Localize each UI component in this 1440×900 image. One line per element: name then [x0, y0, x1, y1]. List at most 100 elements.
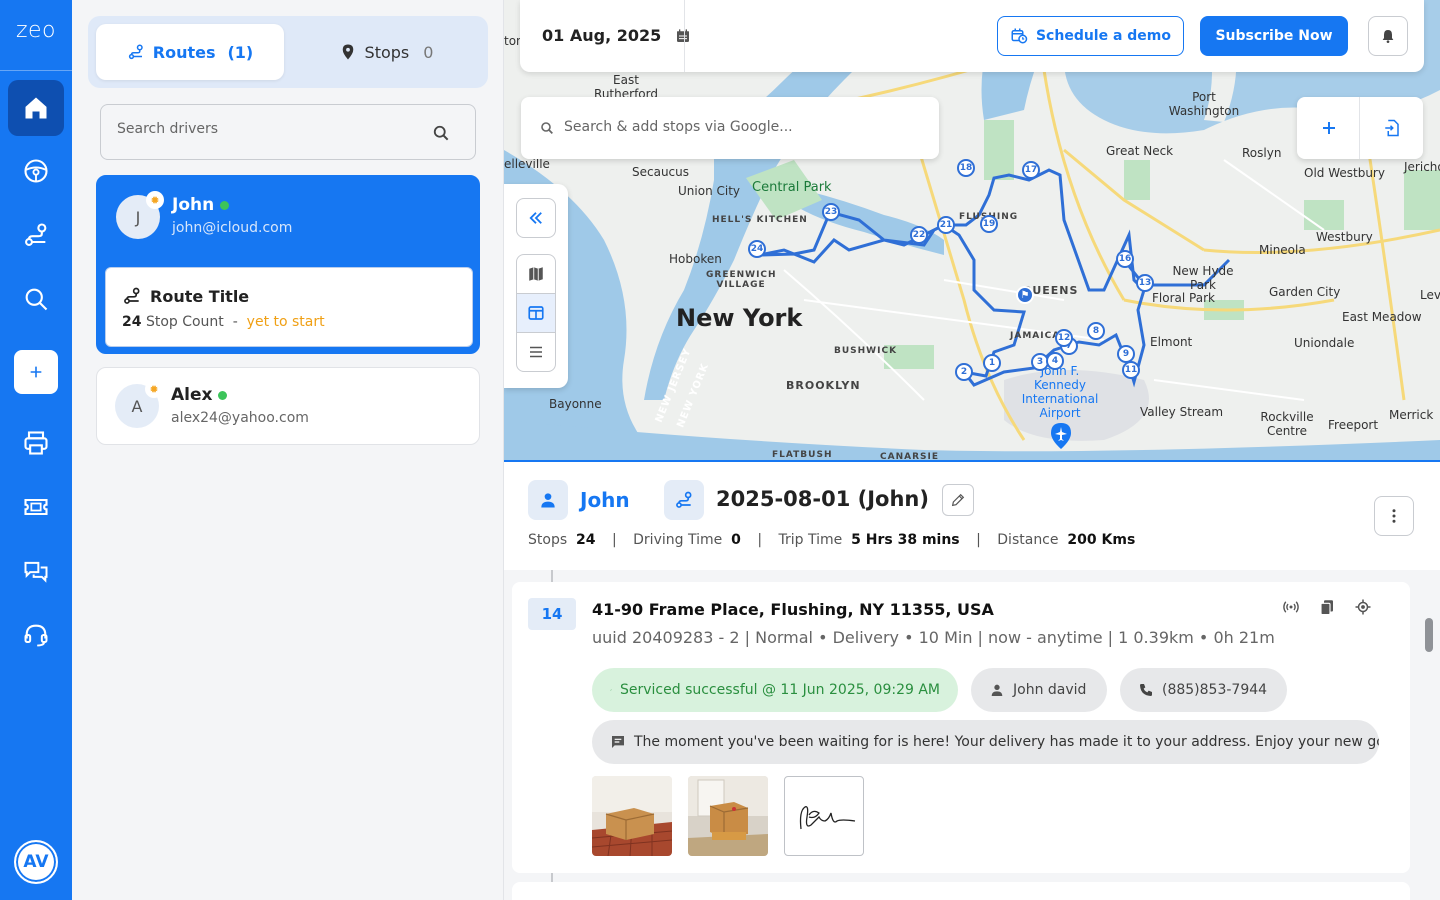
edit-route-button[interactable] — [942, 484, 974, 516]
driver-name: John — [172, 195, 230, 215]
broadcast-icon[interactable] — [1282, 598, 1300, 616]
tab-routes[interactable]: Routes (1) — [96, 24, 284, 80]
map-view-button[interactable] — [516, 254, 556, 294]
driver-card-john[interactable]: J ✹ John john@icloud.com Route Title 24 … — [96, 175, 480, 354]
map-controls — [1297, 97, 1423, 159]
map-label-levittown: Lev — [1420, 288, 1440, 302]
split-view-button[interactable] — [516, 293, 556, 333]
search-icon[interactable] — [431, 123, 451, 143]
map-label-elmont: Elmont — [1150, 335, 1193, 349]
signature-image[interactable] — [784, 776, 864, 856]
subscribe-button[interactable]: Subscribe Now — [1200, 16, 1348, 56]
stop-marker-2[interactable]: 2 — [955, 363, 973, 381]
route-title: Route Title — [122, 286, 249, 306]
stop-marker-24[interactable]: 24 — [748, 240, 766, 258]
map-label-floral-park: Floral Park — [1152, 291, 1215, 305]
add-stop-button[interactable] — [1297, 97, 1360, 159]
contact-phone-chip[interactable]: (885)853-7944 — [1120, 668, 1287, 712]
route-icon — [124, 287, 140, 304]
view-toolbar — [504, 184, 568, 388]
next-stop-card[interactable] — [512, 882, 1410, 900]
driver-email: john@icloud.com — [172, 220, 293, 236]
stop-marker-18[interactable]: 18 — [957, 159, 975, 177]
locate-icon[interactable] — [1354, 598, 1372, 616]
route-stats: Stops 24 | Driving Time 0 | Trip Time 5 … — [528, 532, 1135, 548]
copy-icon[interactable] — [1318, 598, 1336, 616]
message-icon — [612, 736, 624, 748]
tab-stops[interactable]: Stops 0 — [292, 24, 480, 80]
stat-separator: | — [611, 532, 617, 548]
stop-marker-12[interactable]: 12 — [1055, 329, 1073, 347]
stop-marker-21[interactable]: 21 — [937, 216, 955, 234]
stat-trip-value: 5 Hrs 38 mins — [851, 532, 960, 548]
map-label-uniondale: Uniondale — [1294, 336, 1355, 350]
date-picker[interactable]: 01 Aug, 2025 — [542, 26, 691, 45]
map-label-merrick: Merrick — [1389, 408, 1434, 422]
stops-list: 14 41-90 Frame Place, Flushing, NY 11355… — [504, 570, 1440, 900]
package-photo-image — [592, 776, 672, 856]
collapse-panel-button[interactable] — [516, 198, 556, 238]
route-icon — [128, 44, 143, 60]
schedule-demo-button[interactable]: Schedule a demo — [997, 16, 1184, 56]
import-stops-button[interactable] — [1360, 97, 1423, 159]
add-route-button[interactable] — [14, 350, 58, 394]
file-import-icon — [1384, 119, 1399, 137]
driver-card-alex[interactable]: A ✹ Alex alex24@yahoo.com — [96, 367, 480, 445]
stop-marker-19[interactable]: 19 — [980, 215, 998, 233]
stop-marker-23[interactable]: 23 — [822, 203, 840, 221]
proof-photo-1[interactable] — [592, 776, 672, 856]
stop-marker-1[interactable]: 1 — [983, 354, 1001, 372]
stat-separator: | — [757, 532, 763, 548]
stop-marker-16[interactable]: 16 — [1116, 250, 1134, 268]
airport-pin-icon — [1051, 423, 1071, 449]
end-flag-marker[interactable]: ⚑ — [1016, 286, 1034, 304]
stop-marker-22[interactable]: 22 — [910, 226, 928, 244]
stop-marker-4[interactable]: 4 — [1046, 352, 1064, 370]
online-status-dot — [220, 200, 230, 210]
map-label-belleville: elleville — [504, 157, 550, 171]
left-rail: zeo AV — [0, 0, 72, 900]
map-search-input[interactable] — [564, 119, 924, 135]
stops-scrollbar[interactable] — [1425, 618, 1433, 652]
proof-photo-2[interactable] — [688, 776, 768, 856]
stop-card[interactable]: 14 41-90 Frame Place, Flushing, NY 11355… — [512, 582, 1410, 873]
map-icon — [529, 267, 543, 281]
more-vertical-icon — [1392, 509, 1396, 523]
search-nav-button[interactable] — [8, 271, 64, 327]
contact-name-chip: John david — [971, 668, 1107, 712]
list-view-button[interactable] — [516, 332, 556, 372]
detail-driver-name[interactable]: John — [580, 488, 630, 512]
chat-icon — [24, 561, 48, 583]
routes-nav-button[interactable] — [8, 207, 64, 263]
route-meta: 24 Stop Count - yet to start — [122, 314, 325, 330]
location-pin-icon — [342, 44, 353, 60]
drivers-nav-button[interactable] — [8, 143, 64, 199]
more-options-button[interactable] — [1374, 496, 1414, 536]
tab-stops-count: 0 — [423, 42, 434, 62]
notifications-button[interactable] — [1368, 16, 1408, 56]
stop-marker-17[interactable]: 17 — [1022, 161, 1040, 179]
route-stop-count-label: Stop Count — [145, 314, 224, 330]
phone-icon — [1140, 684, 1152, 696]
support-nav-button[interactable] — [8, 607, 64, 663]
tickets-nav-button[interactable] — [8, 479, 64, 535]
stop-marker-11[interactable]: 11 — [1122, 361, 1140, 379]
print-nav-button[interactable] — [8, 415, 64, 471]
route-summary-card[interactable]: Route Title 24 Stop Count - yet to start — [105, 267, 473, 347]
list-icon — [530, 346, 542, 358]
user-avatar[interactable]: AV — [14, 840, 58, 884]
sun-icon: ✹ — [145, 380, 163, 398]
driver-search-input[interactable] — [117, 121, 417, 137]
stat-stops-value: 24 — [576, 532, 596, 548]
stop-marker-13[interactable]: 13 — [1136, 274, 1154, 292]
map-label-secaucus: Secaucus — [632, 165, 690, 179]
tab-routes-count: (1) — [227, 42, 254, 62]
calendar-clock-icon — [1011, 28, 1028, 44]
home-nav-button[interactable] — [8, 80, 64, 136]
driver-badge — [528, 480, 568, 520]
stat-distance-label: Distance — [997, 532, 1059, 548]
map-label-roslyn: Roslyn — [1242, 146, 1282, 160]
driver-name-text: Alex — [171, 385, 213, 405]
chat-nav-button[interactable] — [8, 543, 64, 599]
stop-marker-8[interactable]: 8 — [1087, 322, 1105, 340]
